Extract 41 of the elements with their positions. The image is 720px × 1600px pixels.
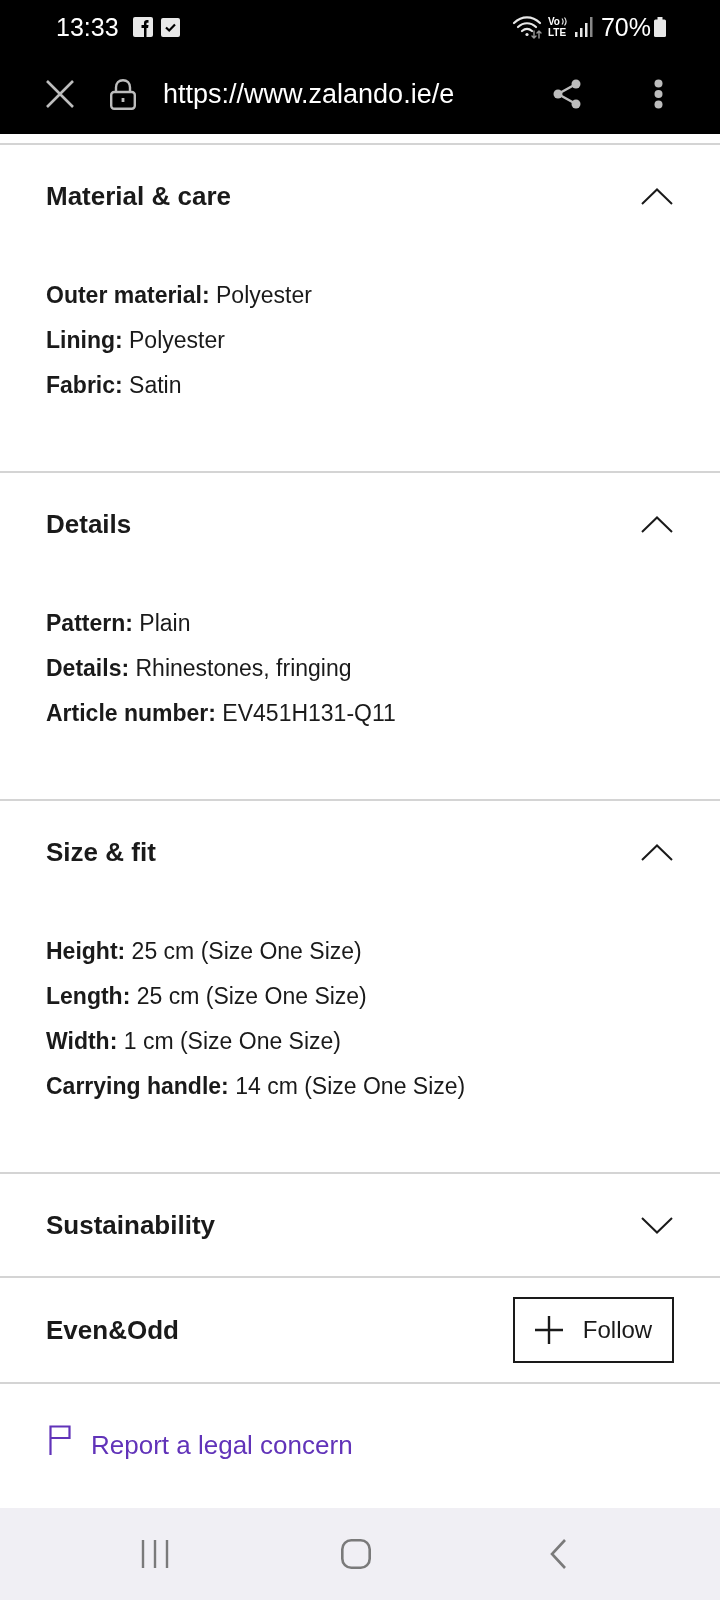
attribute-text: Fabric: Satin	[46, 371, 182, 400]
chevron-down-icon[interactable]	[641, 1216, 673, 1234]
wifi-icon	[511, 15, 542, 39]
chevron-up-icon[interactable]	[641, 515, 673, 533]
attribute-text: Lining: Polyester	[46, 326, 225, 355]
chevron-up-icon[interactable]	[641, 187, 673, 205]
back-icon[interactable]	[550, 1539, 566, 1569]
home-icon[interactable]	[341, 1539, 371, 1569]
volte-text: Vo	[547, 16, 560, 27]
f-square-icon	[132, 17, 153, 37]
signal-icon	[574, 17, 593, 37]
battery-icon	[654, 17, 666, 37]
attribute-text: Length: 25 cm (Size One Size)	[46, 982, 367, 1011]
battery-percentage: 70%	[600, 14, 651, 40]
plus-icon	[534, 1316, 563, 1344]
url-text[interactable]: https://www.zalando.ie/e	[163, 80, 455, 108]
section-title: Material & care	[46, 183, 231, 209]
close-icon[interactable]	[46, 80, 74, 108]
section-title: Size & fit	[46, 839, 156, 865]
lte-text: LTE	[547, 27, 567, 38]
chevron-up-icon[interactable]	[641, 843, 673, 861]
brand-name: Even&Odd	[46, 1317, 179, 1343]
attribute-text: Outer material: Polyester	[46, 281, 312, 310]
call-waves-icon	[560, 17, 567, 26]
follow-button[interactable]: Follow	[513, 1297, 674, 1363]
attribute-text: Carrying handle: 14 cm (Size One Size)	[46, 1072, 466, 1101]
check-square-icon	[160, 17, 180, 37]
more-options-icon[interactable]	[654, 79, 663, 109]
section-title: Details	[46, 511, 132, 537]
report-link[interactable]: Report a legal concern	[91, 1432, 353, 1458]
section-title: Sustainability	[46, 1212, 216, 1238]
status-time: 13:33	[56, 14, 119, 40]
attribute-text: Details: Rhinestones, fringing	[46, 654, 352, 683]
lock-icon[interactable]	[110, 78, 136, 110]
attribute-text: Width: 1 cm (Size One Size)	[46, 1027, 341, 1056]
attribute-text: Pattern: Plain	[46, 609, 191, 638]
share-icon[interactable]	[552, 79, 582, 109]
attribute-text: Article number: EV451H131-Q11	[46, 699, 396, 728]
flag-icon	[49, 1425, 71, 1455]
attribute-text: Height: 25 cm (Size One Size)	[46, 937, 362, 966]
recent-apps-icon[interactable]	[141, 1540, 169, 1568]
